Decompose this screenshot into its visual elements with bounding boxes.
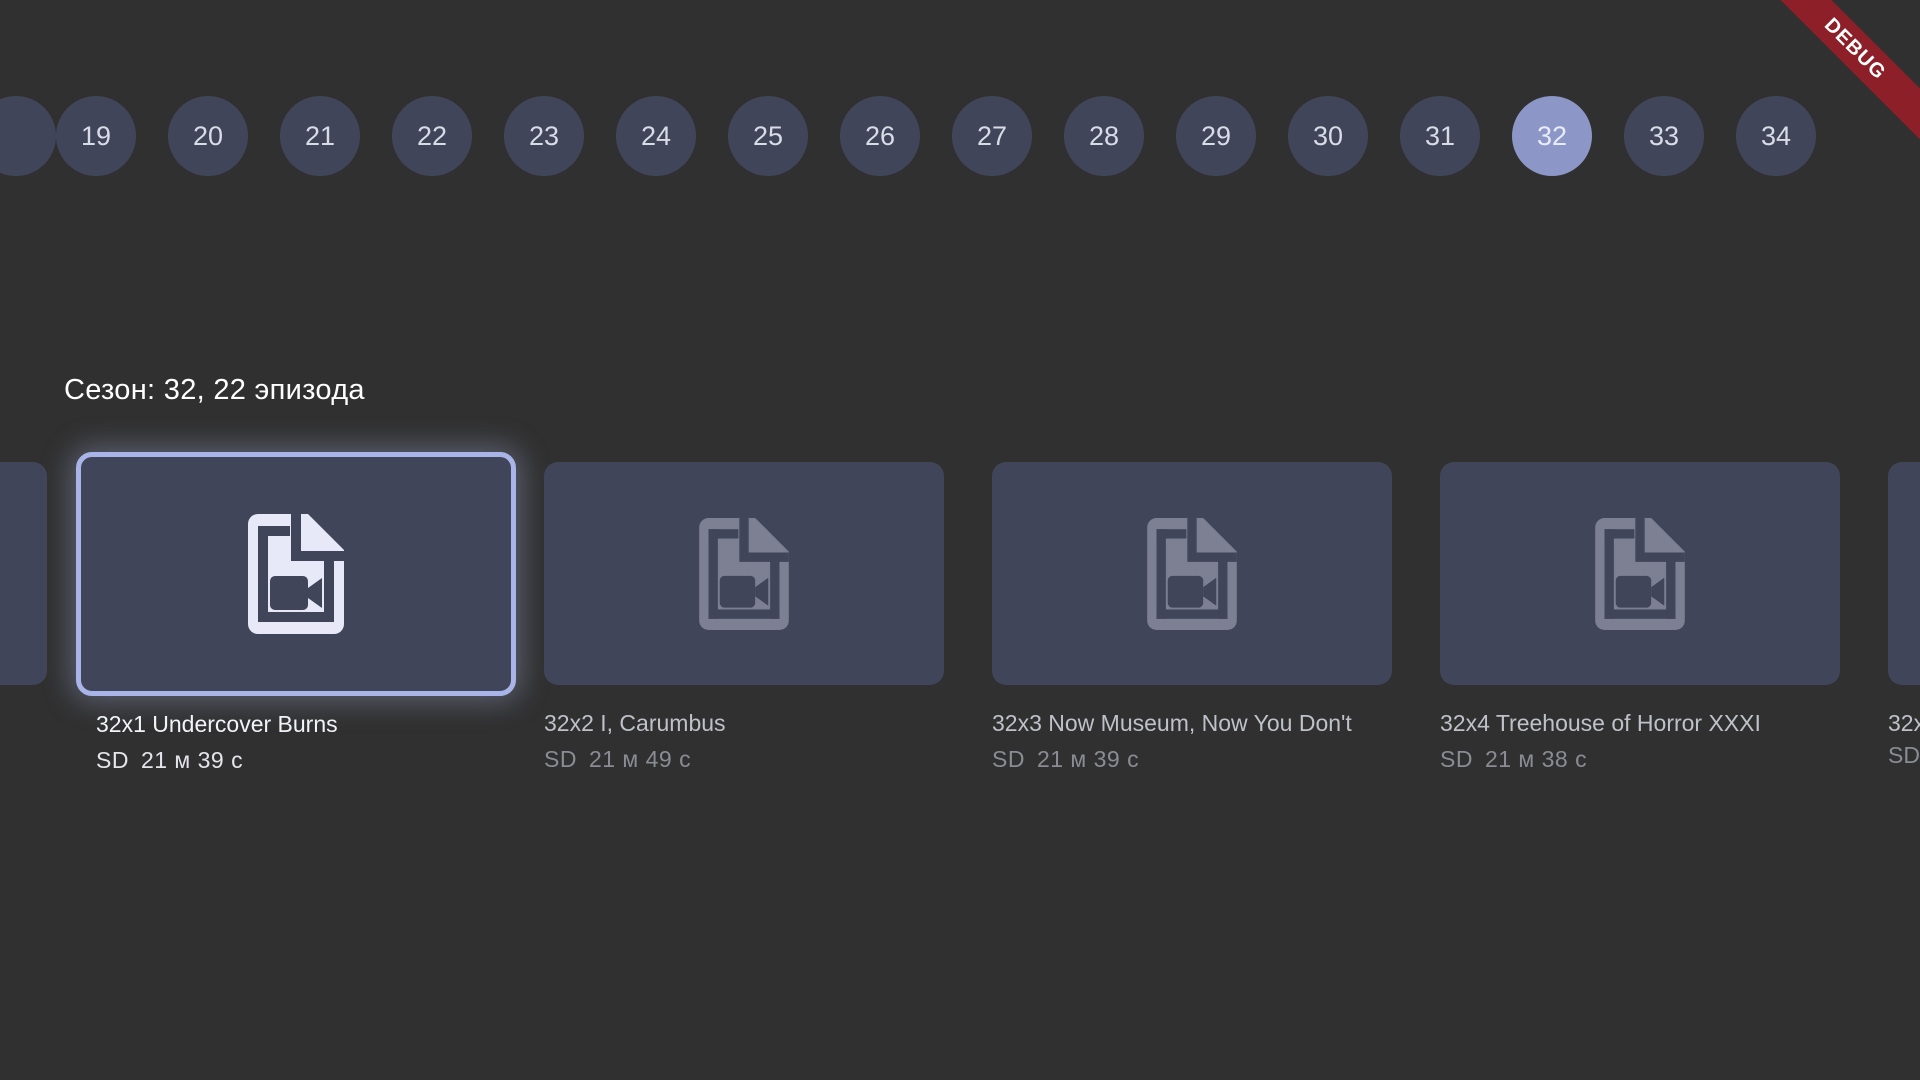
episode-meta: SD 21 м 49 с	[544, 746, 944, 773]
episode-quality-partial: SD	[1888, 742, 1920, 768]
episode-thumbnail[interactable]	[76, 452, 516, 696]
season-pill-26[interactable]: 26	[840, 96, 920, 176]
episode-quality: SD	[544, 746, 577, 772]
season-pill-27[interactable]: 27	[952, 96, 1032, 176]
episode-quality: SD	[1440, 746, 1473, 772]
episode-quality: SD	[96, 747, 129, 773]
episode-title-partial: 32x	[1888, 710, 1920, 736]
episode-title: 32x3 Now Museum, Now You Don't	[992, 710, 1352, 736]
episode-thumbnail[interactable]	[544, 462, 944, 685]
episode-card-next-partial[interactable]	[1888, 462, 1920, 685]
season-pill-20[interactable]: 20	[168, 96, 248, 176]
episode-card-3[interactable]: 32x3 Now Museum, Now You Don't SD 21 м 39…	[992, 462, 1392, 773]
season-pill-30[interactable]: 30	[1288, 96, 1368, 176]
episode-card-1[interactable]: 32x1 Undercover Burns SD 21 м 39 с	[76, 452, 516, 774]
episode-card-4[interactable]: 32x4 Treehouse of Horror XXXI SD 21 м 38 …	[1440, 462, 1840, 773]
episode-duration: 21 м 39 с	[140, 747, 244, 773]
video-file-icon	[699, 517, 789, 630]
season-pill-25[interactable]: 25	[728, 96, 808, 176]
season-pill-22[interactable]: 22	[392, 96, 472, 176]
episode-meta: SD 21 м 38 с	[1440, 746, 1840, 773]
episode-title: 32x2 I, Carumbus	[544, 710, 726, 736]
episode-meta: SD 21 м 39 с	[96, 747, 516, 774]
season-selector: 19 20 21 22 23 24 25 26 27 28 29 30 31 3…	[0, 96, 1920, 176]
season-heading: Сезон: 32, 22 эпизода	[64, 374, 365, 406]
episode-card-2[interactable]: 32x2 I, Carumbus SD 21 м 49 с	[544, 462, 944, 773]
episode-thumbnail[interactable]	[992, 462, 1392, 685]
episode-card-previous-partial[interactable]	[0, 462, 47, 685]
app-root: 19 20 21 22 23 24 25 26 27 28 29 30 31 3…	[0, 0, 1920, 1080]
episode-thumbnail[interactable]	[1440, 462, 1840, 685]
season-pill-28[interactable]: 28	[1064, 96, 1144, 176]
episode-title: 32x4 Treehouse of Horror XXXI	[1440, 710, 1761, 736]
episode-duration: 21 м 38 с	[1484, 746, 1588, 772]
episode-quality: SD	[992, 746, 1025, 772]
episode-duration: 21 м 39 с	[1036, 746, 1140, 772]
video-file-icon	[248, 514, 344, 634]
season-pill-29[interactable]: 29	[1176, 96, 1256, 176]
season-pill-32-selected[interactable]: 32	[1512, 96, 1592, 176]
video-file-icon	[1595, 517, 1685, 630]
season-pill-19[interactable]: 19	[56, 96, 136, 176]
season-pill-24[interactable]: 24	[616, 96, 696, 176]
season-pill-31[interactable]: 31	[1400, 96, 1480, 176]
season-pill-34[interactable]: 34	[1736, 96, 1816, 176]
season-pill-partial[interactable]	[0, 96, 56, 176]
episode-title: 32x1 Undercover Burns	[96, 711, 338, 737]
video-file-icon	[1147, 517, 1237, 630]
season-pill-21[interactable]: 21	[280, 96, 360, 176]
episode-meta: SD 21 м 39 с	[992, 746, 1392, 773]
season-pill-33[interactable]: 33	[1624, 96, 1704, 176]
episode-duration: 21 м 49 с	[588, 746, 692, 772]
season-pill-23[interactable]: 23	[504, 96, 584, 176]
